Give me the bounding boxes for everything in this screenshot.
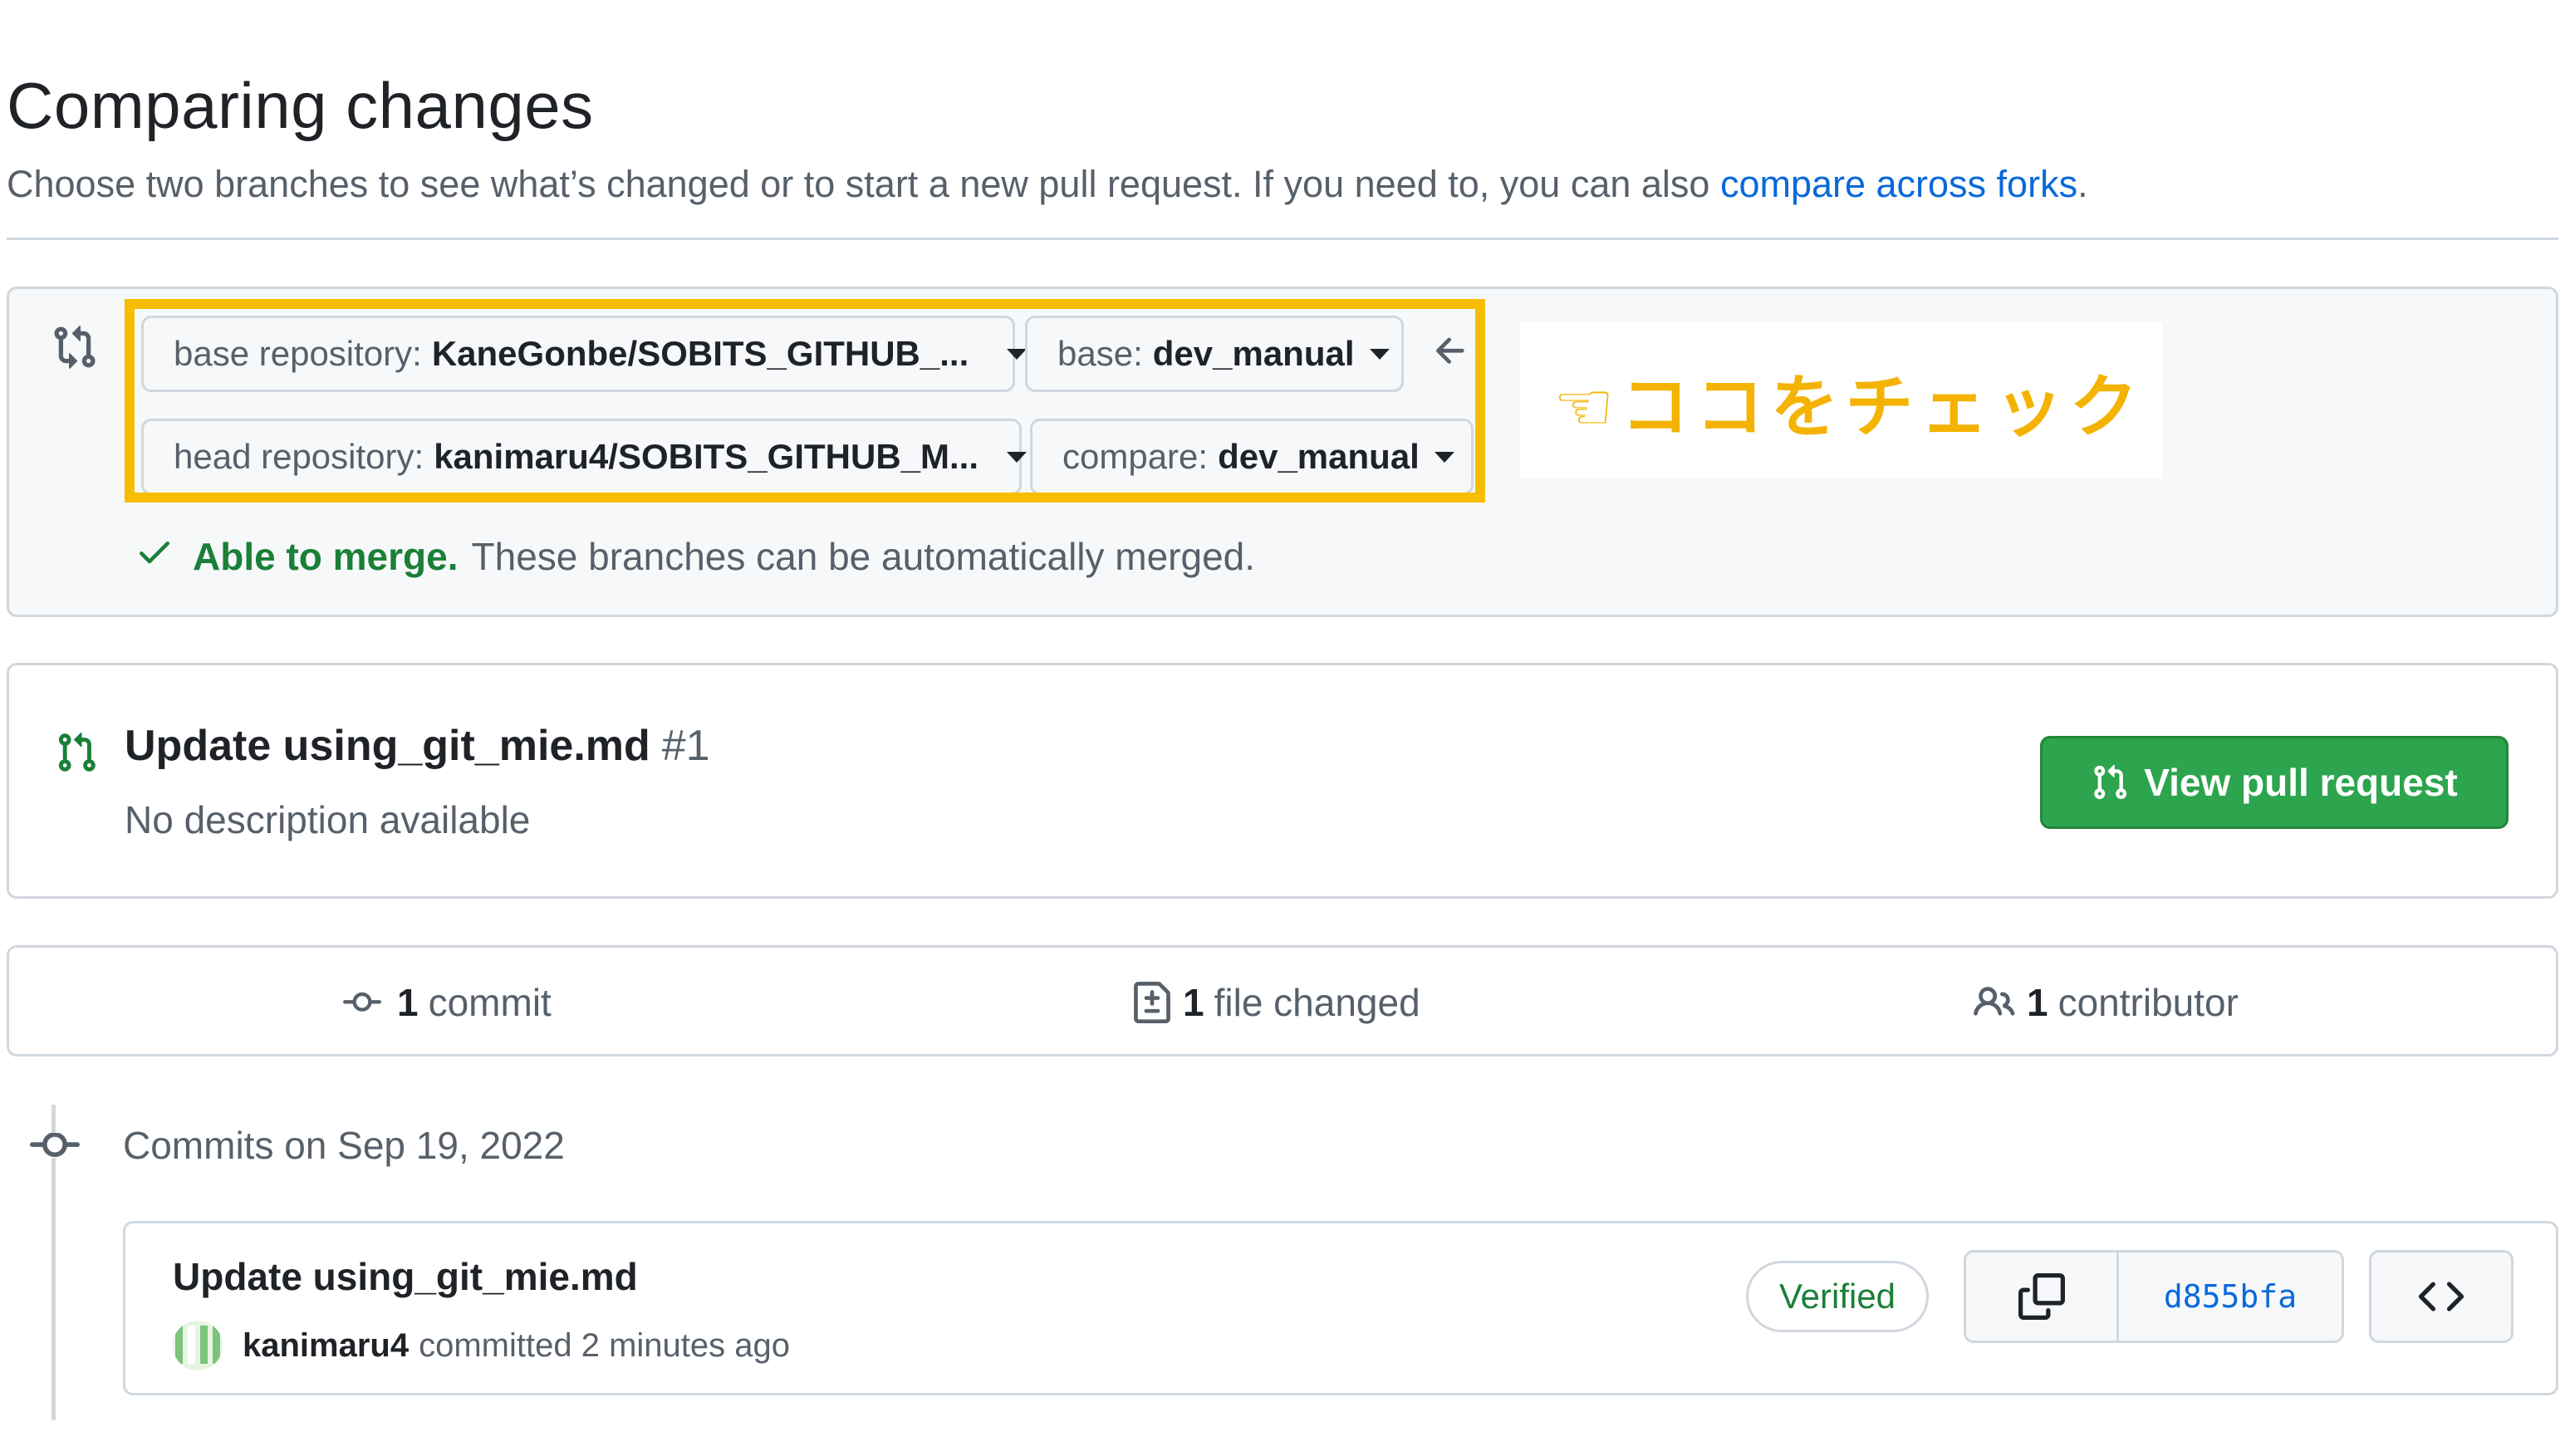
view-pull-request-button[interactable]: View pull request (2040, 736, 2509, 829)
contributors-label: contributor (2057, 981, 2239, 1024)
divider (7, 238, 2558, 240)
people-icon (1974, 987, 2015, 1016)
pull-request-description: No description available (125, 798, 531, 841)
git-commit-icon (30, 1132, 80, 1158)
files-label: file changed (1214, 981, 1420, 1024)
commits-date-heading: Commits on Sep 19, 2022 (123, 1124, 565, 1167)
copy-icon (2018, 1273, 2065, 1320)
commit-sha-link[interactable]: d855bfa (2119, 1253, 2342, 1341)
subtitle-end: . (2077, 163, 2088, 205)
pull-request-number: #1 (661, 722, 710, 770)
merge-status-label: Able to merge. (193, 534, 459, 578)
git-pull-request-icon (55, 731, 98, 778)
commit-sha-group: d855bfa (1964, 1250, 2344, 1343)
annotation-text: ☜ココをチェック (1553, 367, 2145, 447)
page-subtitle: Choose two branches to see what’s change… (7, 163, 2088, 206)
pull-request-title[interactable]: Update using_git_mie.md #1 (125, 721, 710, 771)
page-title: Comparing changes (7, 69, 594, 142)
avatar[interactable] (173, 1321, 223, 1370)
files-changed-tab[interactable]: 1 file changed (1131, 980, 1420, 1025)
git-commit-icon (343, 992, 381, 1012)
files-count: 1 (1183, 981, 1204, 1024)
code-icon (2418, 1282, 2464, 1311)
commits-count: 1 (397, 981, 419, 1024)
copy-sha-button[interactable] (1966, 1253, 2119, 1341)
contributors-tab[interactable]: 1 contributor (1972, 980, 2239, 1025)
check-icon (135, 532, 174, 581)
commit-title[interactable]: Update using_git_mie.md (173, 1254, 638, 1299)
git-compare-icon (51, 324, 98, 375)
view-pull-request-label: View pull request (2144, 761, 2458, 804)
commit-meta: kanimaru4 committed 2 minutes ago (173, 1321, 790, 1370)
contributors-count: 1 (2027, 981, 2048, 1024)
commits-label: commit (428, 981, 552, 1024)
commit-action: committed 2 minutes ago (419, 1326, 790, 1364)
merge-status: Able to merge. These branches can be aut… (135, 532, 1255, 581)
merge-status-detail: These branches can be automatically merg… (471, 534, 1256, 578)
commits-tab[interactable]: 1 commit (337, 980, 552, 1025)
commit-author[interactable]: kanimaru4 (243, 1327, 409, 1365)
file-diff-icon (1134, 982, 1170, 1023)
git-pull-request-icon (2094, 764, 2127, 800)
subtitle-text: Choose two branches to see what’s change… (7, 163, 1720, 205)
verified-badge[interactable]: Verified (1746, 1261, 1929, 1332)
annotation-highlight-box (125, 299, 1485, 502)
annotation-callout: ☜ココをチェック (1520, 322, 2163, 478)
compare-across-forks-link[interactable]: compare across forks (1720, 163, 2077, 205)
pull-request-title-text: Update using_git_mie.md (125, 722, 650, 770)
browse-repository-button[interactable] (2369, 1250, 2514, 1343)
